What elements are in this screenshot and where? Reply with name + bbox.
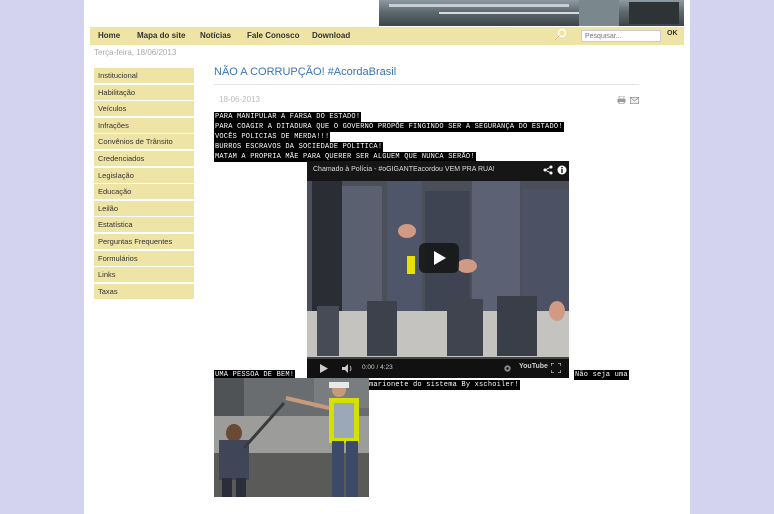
- article-text-line: VOCÊS POLICIAS DE MERDA!!!: [214, 132, 331, 142]
- sidebar-item-infracoes[interactable]: Infrações: [94, 117, 194, 134]
- banner-detail: [439, 12, 579, 14]
- sidebar-item-legislacao[interactable]: Legislação: [94, 167, 194, 184]
- nav-home-link[interactable]: Home: [98, 31, 120, 40]
- sidebar-item-educacao[interactable]: Educação: [94, 184, 194, 201]
- sidebar-item-links[interactable]: Links: [94, 267, 194, 284]
- embedded-video-player[interactable]: Chamado à Polícia - #oGIGANTEacordou VEM…: [307, 161, 569, 378]
- sidebar-menu: Institucional Habilitação Veículos Infra…: [94, 68, 194, 300]
- nav-news-link[interactable]: Notícias: [200, 31, 231, 40]
- sidebar-item-credenciados[interactable]: Credenciados: [94, 150, 194, 167]
- top-nav-bar: Home Mapa do site Notícias Fale Conosco …: [90, 27, 684, 45]
- sidebar-item-estatistica[interactable]: Estatística: [94, 217, 194, 234]
- email-icon[interactable]: [630, 97, 639, 104]
- article-content: NÃO A CORRUPÇÃO! #AcordaBrasil 18-06-201…: [214, 66, 684, 497]
- video-controls: 0:00 / 4:23 YouTube: [307, 359, 569, 378]
- video-title[interactable]: Chamado à Polícia - #oGIGANTEacordou VEM…: [313, 166, 495, 173]
- fullscreen-icon[interactable]: [551, 363, 561, 373]
- sidebar-item-institucional[interactable]: Institucional: [94, 68, 194, 84]
- video-play-button[interactable]: [419, 243, 459, 273]
- header-banner-image: [379, 0, 684, 26]
- share-icon[interactable]: [543, 165, 553, 175]
- sidebar-item-leilao[interactable]: Leilão: [94, 200, 194, 217]
- volume-icon[interactable]: [342, 364, 354, 373]
- nav-download-link[interactable]: Download: [312, 31, 350, 40]
- gear-icon[interactable]: [503, 364, 512, 373]
- play-icon: [434, 251, 446, 265]
- print-icon[interactable]: [617, 96, 626, 104]
- article-text-line: BURROS ESCRAVOS DA SOCIEDADE POLITICA!: [214, 142, 384, 152]
- article-date: 18-06-2013: [219, 95, 260, 104]
- current-date: Terça-feira, 18/06/2013: [94, 48, 177, 57]
- video-time: 0:00 / 4:23: [362, 364, 393, 371]
- sidebar-item-taxas[interactable]: Taxas: [94, 283, 194, 300]
- sidebar-item-formularios[interactable]: Formulários: [94, 250, 194, 267]
- sidebar-item-perguntas[interactable]: Perguntas Frequentes: [94, 233, 194, 250]
- info-icon[interactable]: [557, 165, 567, 175]
- search-input[interactable]: [581, 30, 661, 42]
- play-icon[interactable]: [319, 364, 328, 373]
- article-title[interactable]: NÃO A CORRUPÇÃO! #AcordaBrasil: [214, 66, 684, 78]
- article-text-line: PARA COAGIR A DITADURA QUE O GOVERNO PRO…: [214, 122, 564, 132]
- magnifier-icon: [553, 28, 567, 42]
- banner-detail: [629, 2, 679, 24]
- article-photo: [214, 378, 369, 497]
- banner-detail: [579, 0, 619, 26]
- article-text-line: marionete do sistema By xschoiler!: [368, 380, 520, 390]
- sidebar-item-habilitacao[interactable]: Habilitação: [94, 84, 194, 101]
- article-text-line: PARA MANIPULAR A FARSA DO ESTADO!: [214, 112, 362, 122]
- youtube-logo[interactable]: YouTube: [519, 363, 548, 370]
- page-container: Home Mapa do site Notícias Fale Conosco …: [84, 0, 690, 514]
- title-divider: [214, 84, 639, 85]
- article-text-line: Não seja uma: [574, 370, 629, 380]
- sidebar-item-veiculos[interactable]: Veículos: [94, 101, 194, 118]
- search-ok-button[interactable]: OK: [667, 30, 678, 37]
- nav-contact-link[interactable]: Fale Conosco: [247, 31, 299, 40]
- nav-sitemap-link[interactable]: Mapa do site: [137, 31, 185, 40]
- banner-detail: [389, 4, 569, 7]
- sidebar-item-convenios[interactable]: Convênios de Trânsito: [94, 134, 194, 151]
